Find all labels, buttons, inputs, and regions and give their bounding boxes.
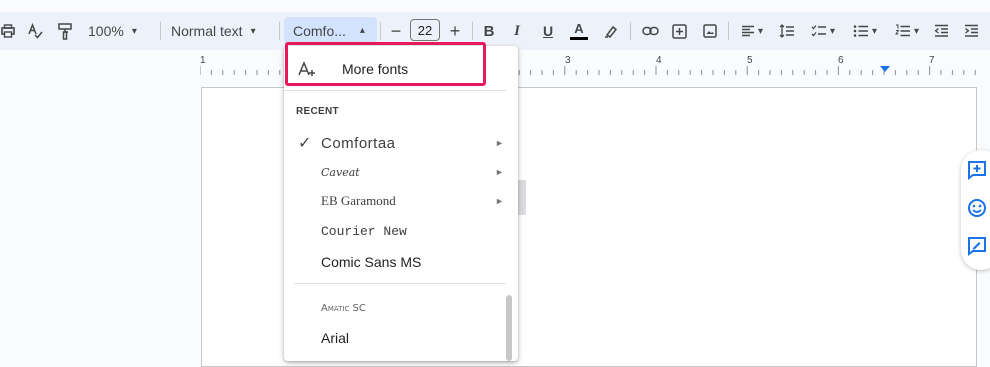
font-family-menu: More fonts RECENT ✓ Comfortaa ► Caveat ►… bbox=[284, 46, 518, 361]
font-item-comic-sans-ms[interactable]: Comic Sans MS bbox=[284, 247, 518, 277]
font-name: Arial bbox=[321, 330, 350, 346]
increase-indent-icon[interactable] bbox=[962, 12, 980, 50]
suggest-edits-icon[interactable] bbox=[967, 236, 990, 260]
font-name: Caveat bbox=[321, 165, 360, 179]
zoom-dropdown[interactable]: 100% ▾ bbox=[88, 12, 158, 50]
paragraph-style-value: Normal text bbox=[171, 23, 243, 39]
font-item-caveat[interactable]: Caveat ► bbox=[284, 157, 518, 187]
chevron-down-icon: ▾ bbox=[871, 25, 878, 37]
checklist-dropdown[interactable]: ▾ bbox=[808, 12, 838, 50]
title-bar-strip bbox=[0, 0, 990, 12]
chevron-up-icon: ▴ bbox=[359, 25, 365, 36]
toolbar-divider bbox=[472, 22, 473, 40]
more-fonts-highlight bbox=[285, 42, 486, 86]
paragraph-style-dropdown[interactable]: Normal text ▾ bbox=[171, 12, 276, 50]
link-icon[interactable] bbox=[640, 12, 660, 50]
font-item-arial[interactable]: Arial bbox=[284, 323, 518, 353]
submenu-arrow-icon: ► bbox=[495, 138, 504, 148]
ruler-number: 5 bbox=[747, 55, 753, 66]
toolbar-divider bbox=[380, 22, 381, 40]
font-name: Comic Sans MS bbox=[321, 254, 422, 270]
chevron-down-icon: ▾ bbox=[250, 25, 256, 37]
italic-button[interactable]: I bbox=[510, 12, 524, 50]
print-icon[interactable] bbox=[0, 12, 16, 50]
zoom-value: 100% bbox=[88, 23, 124, 39]
side-actions-panel bbox=[961, 150, 990, 270]
ruler-number: 4 bbox=[656, 55, 662, 66]
toolbar-divider bbox=[630, 22, 631, 40]
font-item-courier-new[interactable]: Courier New bbox=[284, 216, 518, 246]
font-name: Comfortaa bbox=[321, 134, 396, 152]
numbered-list-icon bbox=[895, 24, 910, 37]
bulleted-list-dropdown[interactable]: ▾ bbox=[850, 12, 880, 50]
chevron-down-icon: ▾ bbox=[913, 25, 920, 37]
checklist-icon bbox=[811, 25, 826, 37]
plus-icon: + bbox=[449, 20, 461, 41]
bulleted-list-icon bbox=[853, 25, 868, 37]
emoji-reaction-icon[interactable] bbox=[967, 198, 990, 222]
menu-divider bbox=[284, 90, 506, 91]
font-item-comfortaa[interactable]: ✓ Comfortaa ► bbox=[284, 128, 518, 158]
italic-label: I bbox=[514, 22, 520, 39]
text-color-button[interactable]: A bbox=[568, 12, 590, 50]
menu-scrollbar-thumb[interactable] bbox=[506, 295, 512, 361]
underline-button[interactable]: U bbox=[540, 12, 556, 50]
toolbar-divider bbox=[279, 22, 280, 40]
formatting-toolbar: 100% ▾ Normal text ▾ − + B I U A ▾ ▾ ▾ ▾ bbox=[0, 12, 990, 50]
add-comment-icon[interactable] bbox=[670, 12, 688, 50]
align-dropdown[interactable]: ▾ bbox=[737, 12, 767, 50]
submenu-arrow-icon: ► bbox=[495, 196, 504, 206]
submenu-arrow-icon: ► bbox=[495, 167, 504, 177]
font-name: EB Garamond bbox=[321, 193, 396, 208]
insert-image-icon[interactable] bbox=[701, 12, 719, 50]
menu-divider bbox=[294, 283, 506, 284]
font-family-dropdown[interactable]: Comfo... ▴ bbox=[284, 17, 377, 44]
decrease-indent-icon[interactable] bbox=[932, 12, 950, 50]
recent-section-label: RECENT bbox=[296, 106, 339, 117]
font-name: Courier New bbox=[321, 223, 407, 239]
numbered-list-dropdown[interactable]: ▾ bbox=[892, 12, 922, 50]
highlighter-icon[interactable] bbox=[602, 12, 620, 50]
chevron-down-icon: ▾ bbox=[829, 25, 836, 37]
font-size-input[interactable]: 22 bbox=[410, 19, 440, 41]
ruler-number: 1 bbox=[200, 55, 206, 66]
ruler-number: 3 bbox=[565, 55, 571, 66]
indent-marker-icon[interactable] bbox=[879, 65, 891, 73]
ruler-number: 6 bbox=[838, 55, 844, 66]
add-comment-icon[interactable] bbox=[967, 160, 990, 184]
text-color-label: A bbox=[574, 21, 584, 36]
page-scrollbar-thumb[interactable] bbox=[517, 180, 526, 215]
ruler-number: 7 bbox=[929, 55, 935, 66]
font-item-amatic-sc[interactable]: Amatic SC bbox=[284, 293, 518, 323]
font-size-value: 22 bbox=[417, 22, 433, 38]
spellcheck-icon[interactable] bbox=[25, 12, 45, 50]
chevron-down-icon: ▾ bbox=[757, 25, 764, 37]
font-family-value: Comfo... bbox=[293, 22, 346, 39]
minus-icon: − bbox=[390, 20, 402, 41]
text-color-swatch bbox=[570, 37, 588, 40]
underline-label: U bbox=[542, 23, 554, 39]
font-name: Amatic SC bbox=[321, 302, 366, 314]
font-item-eb-garamond[interactable]: EB Garamond ► bbox=[284, 186, 518, 216]
checkmark-icon: ✓ bbox=[298, 135, 312, 152]
align-icon bbox=[741, 25, 754, 36]
bold-label: B bbox=[483, 22, 495, 40]
paint-format-icon[interactable] bbox=[55, 12, 75, 50]
chevron-down-icon: ▾ bbox=[131, 25, 137, 37]
line-spacing-icon[interactable] bbox=[778, 12, 796, 50]
toolbar-divider bbox=[160, 22, 161, 40]
toolbar-divider bbox=[728, 22, 729, 40]
